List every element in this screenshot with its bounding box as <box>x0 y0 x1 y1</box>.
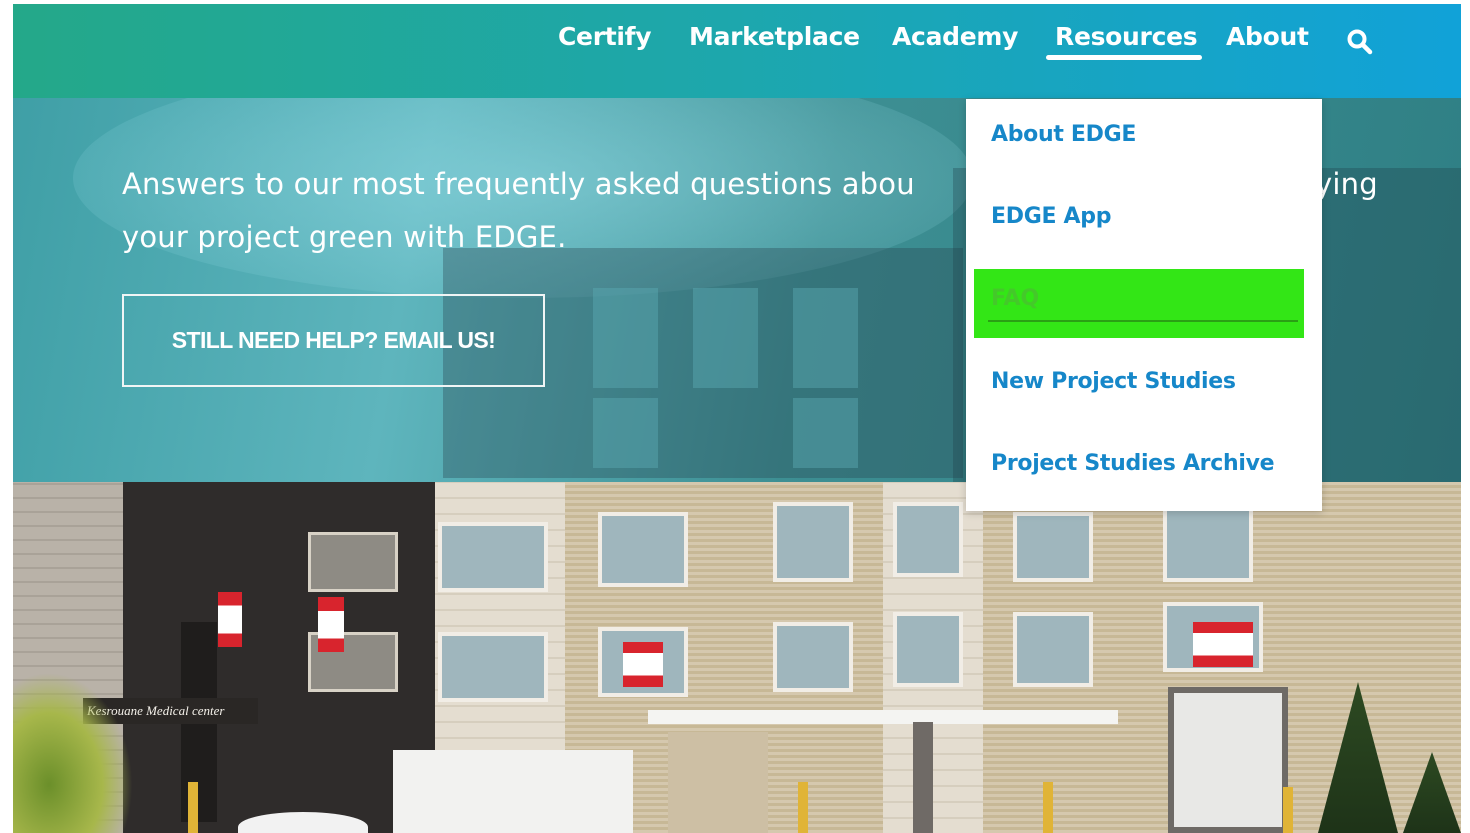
dropdown-item-project-studies-archive[interactable]: Project Studies Archive <box>991 451 1275 476</box>
flag <box>218 592 242 647</box>
resources-dropdown: About EDGE EDGE App FAQ New Project Stud… <box>966 99 1322 511</box>
faq-underline <box>988 320 1298 322</box>
dropdown-item-about-edge[interactable]: About EDGE <box>991 122 1136 147</box>
nav-certify[interactable]: Certify <box>558 22 652 51</box>
nav-academy[interactable]: Academy <box>892 22 1018 51</box>
building-illustration: Kesrouane Medical center <box>13 482 1461 833</box>
nav-about[interactable]: About <box>1226 22 1309 51</box>
nav-marketplace[interactable]: Marketplace <box>689 22 860 51</box>
window <box>1163 502 1253 582</box>
entrance-frame <box>1168 687 1288 833</box>
window <box>893 502 963 577</box>
entrance-structure <box>393 750 633 833</box>
window <box>1013 512 1093 582</box>
pine-tree <box>1403 752 1461 833</box>
hero-background-window <box>693 288 758 388</box>
bollard <box>798 782 808 833</box>
dropdown-item-edge-app[interactable]: EDGE App <box>991 204 1111 229</box>
tower-window <box>308 532 398 592</box>
search-icon[interactable] <box>1346 28 1374 56</box>
palm-tree <box>13 672 133 833</box>
window <box>773 502 853 582</box>
flag <box>623 642 663 687</box>
hero-text-line1-tail: ying <box>1315 167 1378 201</box>
entrance-pillar <box>668 732 768 833</box>
window <box>1013 612 1093 687</box>
hero-text-line1: Answers to our most frequently asked que… <box>122 167 915 201</box>
window <box>893 612 963 687</box>
bollard <box>1283 787 1293 833</box>
hero-background-window <box>593 398 658 468</box>
dropdown-item-faq[interactable]: FAQ <box>991 286 1039 311</box>
hero-background-window <box>793 398 858 468</box>
top-navbar: Certify Marketplace Academy Resources Ab… <box>13 4 1461 98</box>
canopy-column <box>913 722 933 833</box>
active-nav-underline <box>1046 55 1202 60</box>
bollard <box>1043 782 1053 833</box>
window <box>773 622 853 692</box>
page-frame: Certify Marketplace Academy Resources Ab… <box>13 4 1461 833</box>
hero-background-window <box>593 288 658 388</box>
nav-resources[interactable]: Resources <box>1055 22 1198 51</box>
window <box>438 522 548 592</box>
window <box>438 632 548 702</box>
hero-background-window <box>793 288 858 388</box>
pine-tree <box>1318 682 1398 833</box>
bollard <box>188 782 198 833</box>
entrance-canopy <box>648 710 1118 724</box>
flag <box>318 597 344 652</box>
email-us-button[interactable]: STILL NEED HELP? EMAIL US! <box>122 294 545 387</box>
email-us-button-label: STILL NEED HELP? EMAIL US! <box>171 327 496 353</box>
window <box>598 512 688 587</box>
dropdown-item-new-project-studies[interactable]: New Project Studies <box>991 369 1236 394</box>
flag <box>1193 622 1253 667</box>
